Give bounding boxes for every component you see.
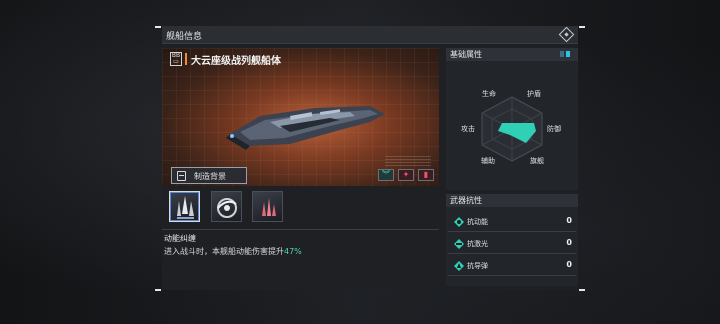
- resistance-value: 0: [566, 260, 572, 269]
- corner-mark: [579, 289, 585, 291]
- resistance-row-kinetic: 抗动能 0: [448, 212, 576, 232]
- skill-slot-3[interactable]: [252, 191, 283, 222]
- spikes-icon: [262, 198, 276, 216]
- diamond-menu-icon[interactable]: [558, 26, 575, 43]
- ship-model: [226, 106, 385, 150]
- thermometer-icon[interactable]: ▮: [418, 169, 434, 181]
- base-attributes-title: 基础属性: [450, 50, 482, 59]
- attr-attack: 攻击: [461, 125, 475, 133]
- attr-life: 生命: [482, 90, 496, 98]
- wing-icon[interactable]: ✦: [398, 169, 414, 181]
- weapon-resistance-header: 武器抗性: [446, 194, 578, 207]
- skill-value: 47%: [284, 247, 302, 256]
- swirl-icon: [217, 198, 237, 218]
- skill-slot-2[interactable]: [211, 191, 242, 222]
- skill-description: 进入战斗时，本舰船动能伤害提升47%: [164, 246, 302, 257]
- skill-title: 动能纠缠: [164, 234, 196, 243]
- manufacture-background-label: 制造背景: [194, 172, 226, 181]
- resistance-label: 抗激光: [467, 240, 488, 248]
- resistance-label: 抗导弹: [467, 262, 488, 270]
- skill-divider: [162, 229, 439, 230]
- resistance-row-laser: 抗激光 0: [448, 234, 576, 254]
- attr-assist: 辅助: [481, 157, 495, 165]
- panel-title: 舰船信息: [166, 32, 203, 42]
- resistance-row-missile: 抗导弹 0: [448, 256, 576, 276]
- missile-resist-icon: [454, 261, 464, 271]
- corner-mark: [155, 26, 161, 28]
- attr-defense: 防御: [547, 125, 561, 133]
- ship-name: 大云座级战列舰船体: [191, 56, 281, 67]
- ship-class-badge: BB ▭: [170, 52, 182, 66]
- resistance-value: 0: [566, 238, 572, 247]
- indicator-square: [566, 51, 570, 57]
- skill-description-text: 进入战斗时，本舰船动能伤害提升: [164, 247, 284, 256]
- manufacture-background-button[interactable]: 制造背景: [171, 167, 247, 184]
- chevron-icon[interactable]: ︾: [378, 169, 394, 181]
- indicator-square: [560, 51, 564, 57]
- resistance-label: 抗动能: [467, 218, 488, 226]
- attr-flagship: 旗舰: [530, 157, 544, 165]
- title-bar: 舰船信息: [162, 26, 578, 44]
- corner-mark: [155, 289, 161, 291]
- ship-spec-text: [385, 156, 431, 166]
- missile-cluster-icon: [177, 196, 194, 219]
- ship-name-accent: [185, 53, 187, 65]
- corner-mark: [579, 26, 585, 28]
- weapon-resistance-title: 武器抗性: [450, 196, 482, 205]
- laser-resist-icon: [454, 239, 464, 249]
- attr-shield: 护盾: [527, 90, 541, 98]
- skill-slot-kinetic[interactable]: [169, 191, 200, 222]
- document-icon: [177, 171, 186, 181]
- base-attributes-header: 基础属性: [446, 48, 578, 61]
- kinetic-resist-icon: [454, 217, 464, 227]
- resistance-value: 0: [566, 216, 572, 225]
